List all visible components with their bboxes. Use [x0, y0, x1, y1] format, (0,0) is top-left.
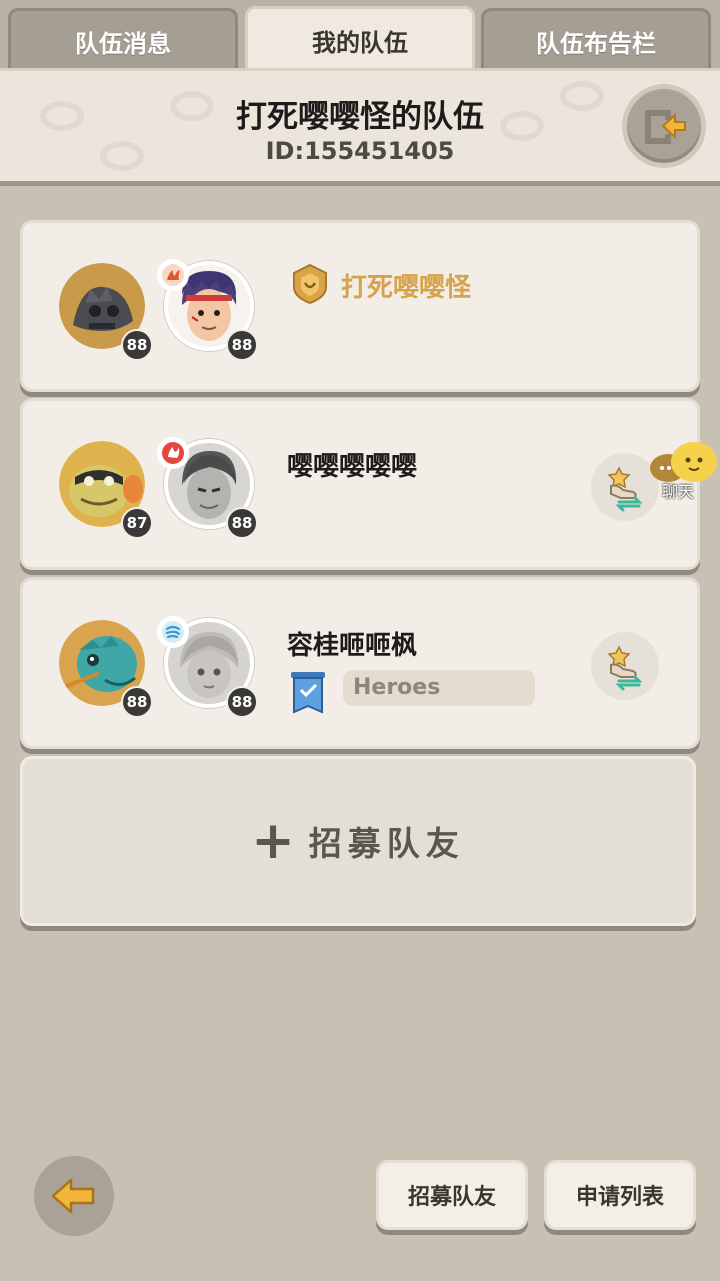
- team-header: 打死嘤嘤怪的队伍 ID:155451405: [0, 68, 720, 186]
- member-name: 容桂咂咂枫: [287, 631, 418, 661]
- recruit-slot-label: 招募队友: [308, 824, 465, 863]
- tab-team-bulletin[interactable]: 队伍布告栏: [481, 8, 711, 72]
- transfer-leader-button[interactable]: [591, 632, 659, 700]
- guild-flag-icon: [289, 670, 327, 716]
- pet-level-badge: 88: [121, 686, 153, 718]
- exit-team-icon: [645, 110, 686, 144]
- back-button[interactable]: [34, 1156, 114, 1236]
- fire-element-icon: [157, 437, 189, 469]
- member-name: 打死嘤嘤怪: [341, 273, 472, 303]
- tab-bar: 队伍消息 我的队伍 队伍布告栏: [0, 0, 720, 72]
- member-name: 嘤嘤嘤嘤嘤: [287, 452, 418, 482]
- hand-transfer-icon: [607, 645, 643, 691]
- back-arrow-icon: [51, 1178, 95, 1214]
- chat-float-button[interactable]: 聊天: [646, 440, 720, 501]
- recruit-slot[interactable]: + 招募队友: [20, 756, 696, 926]
- member-card-leader[interactable]: 88 88 打死嘤嘤怪: [20, 220, 700, 392]
- hero-level-badge: 88: [226, 686, 258, 718]
- pet-level-badge: 88: [121, 329, 153, 361]
- fire-element-icon: [157, 259, 189, 291]
- hand-transfer-icon: [607, 466, 643, 512]
- member-card[interactable]: 88 88 容桂咂咂枫 Heroes: [20, 577, 700, 749]
- chat-label: 聊天: [662, 482, 695, 501]
- exit-team-button[interactable]: [622, 84, 706, 168]
- team-id: ID:155451405: [265, 137, 455, 165]
- team-name: 打死嘤嘤怪的队伍: [236, 99, 484, 135]
- guild-name: Heroes: [343, 670, 535, 706]
- application-list-button[interactable]: 申请列表: [544, 1160, 696, 1230]
- wind-element-icon: [157, 616, 189, 648]
- hero-level-badge: 88: [226, 329, 258, 361]
- hero-level-badge: 88: [226, 507, 258, 539]
- member-card[interactable]: 87 88 嘤嘤嘤嘤嘤: [20, 398, 700, 570]
- tab-my-team[interactable]: 我的队伍: [245, 6, 475, 72]
- plus-icon: +: [251, 811, 295, 871]
- pet-level-badge: 87: [121, 507, 153, 539]
- leader-crown-icon: [291, 263, 329, 305]
- tab-team-messages[interactable]: 队伍消息: [8, 8, 238, 72]
- recruit-teammate-button[interactable]: 招募队友: [376, 1160, 528, 1230]
